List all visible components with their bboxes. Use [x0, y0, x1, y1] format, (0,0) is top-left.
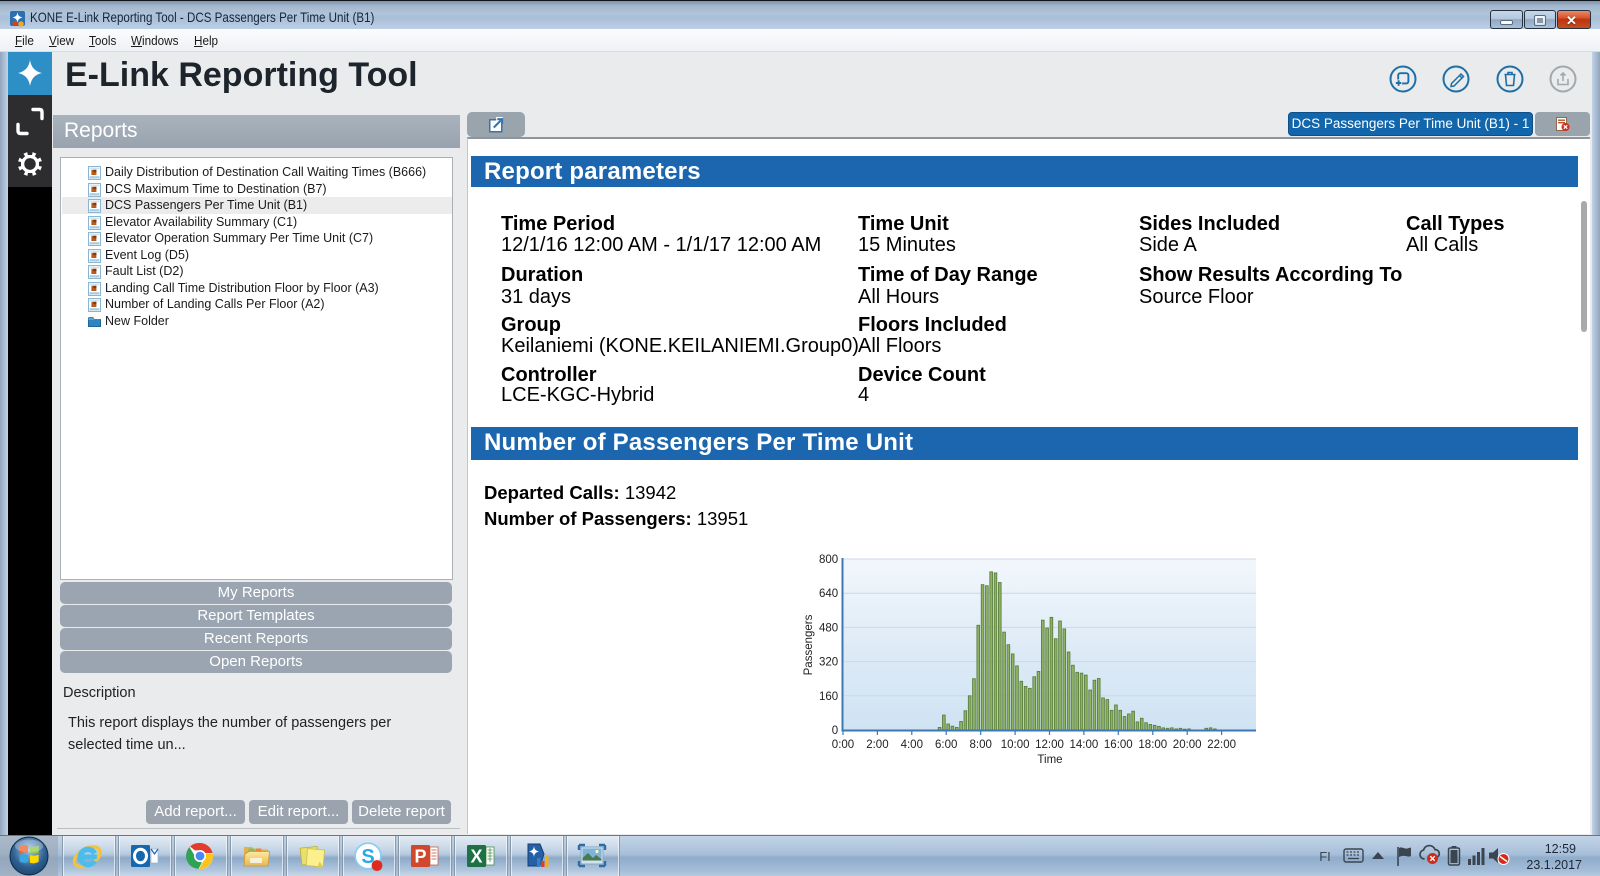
svg-text:16:00: 16:00 — [1104, 739, 1133, 751]
svg-text:12:00: 12:00 — [1035, 739, 1064, 751]
svg-text:23.1.2017: 23.1.2017 — [1526, 858, 1582, 872]
svg-text:Time: Time — [1037, 754, 1062, 766]
svg-text:20:00: 20:00 — [1173, 739, 1202, 751]
svg-text:12:59: 12:59 — [1545, 842, 1576, 856]
svg-text:8:00: 8:00 — [970, 739, 992, 751]
svg-text:2:00: 2:00 — [866, 739, 888, 751]
svg-text:18:00: 18:00 — [1138, 739, 1167, 751]
svg-text:800: 800 — [819, 554, 838, 566]
svg-text:640: 640 — [819, 588, 838, 600]
svg-text:Passengers: Passengers — [803, 614, 815, 675]
svg-text:6:00: 6:00 — [935, 739, 957, 751]
svg-text:4:00: 4:00 — [901, 739, 923, 751]
svg-text:160: 160 — [819, 691, 838, 703]
svg-text:FI: FI — [1319, 849, 1331, 864]
svg-text:10:00: 10:00 — [1001, 739, 1030, 751]
svg-text:0: 0 — [832, 725, 838, 737]
svg-text:0:00: 0:00 — [832, 739, 854, 751]
svg-text:X: X — [470, 847, 482, 867]
svg-text:320: 320 — [819, 657, 838, 669]
svg-text:P: P — [414, 847, 426, 867]
svg-text:22:00: 22:00 — [1207, 739, 1236, 751]
svg-text:480: 480 — [819, 622, 838, 634]
svg-text:14:00: 14:00 — [1070, 739, 1099, 751]
